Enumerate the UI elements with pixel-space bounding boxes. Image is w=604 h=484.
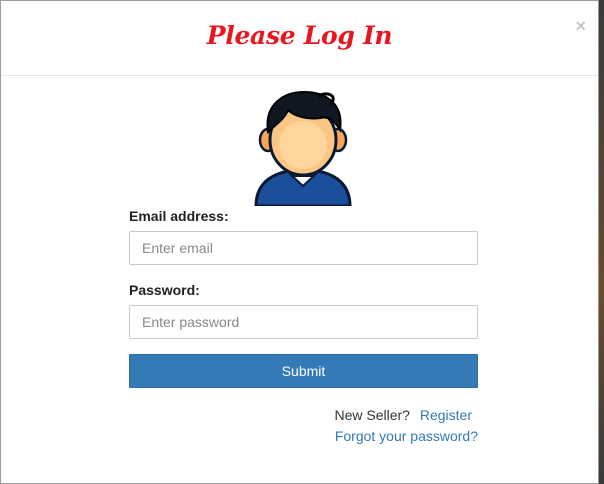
- email-group: Email address:: [129, 208, 478, 265]
- password-group: Password:: [129, 282, 478, 339]
- register-link[interactable]: Register: [420, 407, 472, 423]
- forgot-password-link[interactable]: Forgot your password?: [335, 428, 478, 444]
- account-links: New Seller? Register Forgot your passwor…: [129, 405, 478, 447]
- login-modal: Please Log In × Email address: Password:…: [0, 0, 599, 484]
- modal-header: Please Log In ×: [1, 1, 598, 76]
- close-button[interactable]: ×: [575, 17, 586, 35]
- password-label: Password:: [129, 282, 200, 298]
- new-seller-text: New Seller?: [334, 407, 410, 423]
- user-avatar-icon: [254, 90, 352, 206]
- submit-button[interactable]: Submit: [129, 354, 478, 388]
- modal-title: Please Log In: [206, 21, 393, 50]
- password-input[interactable]: [129, 305, 478, 339]
- email-input[interactable]: [129, 231, 478, 265]
- email-label: Email address:: [129, 208, 229, 224]
